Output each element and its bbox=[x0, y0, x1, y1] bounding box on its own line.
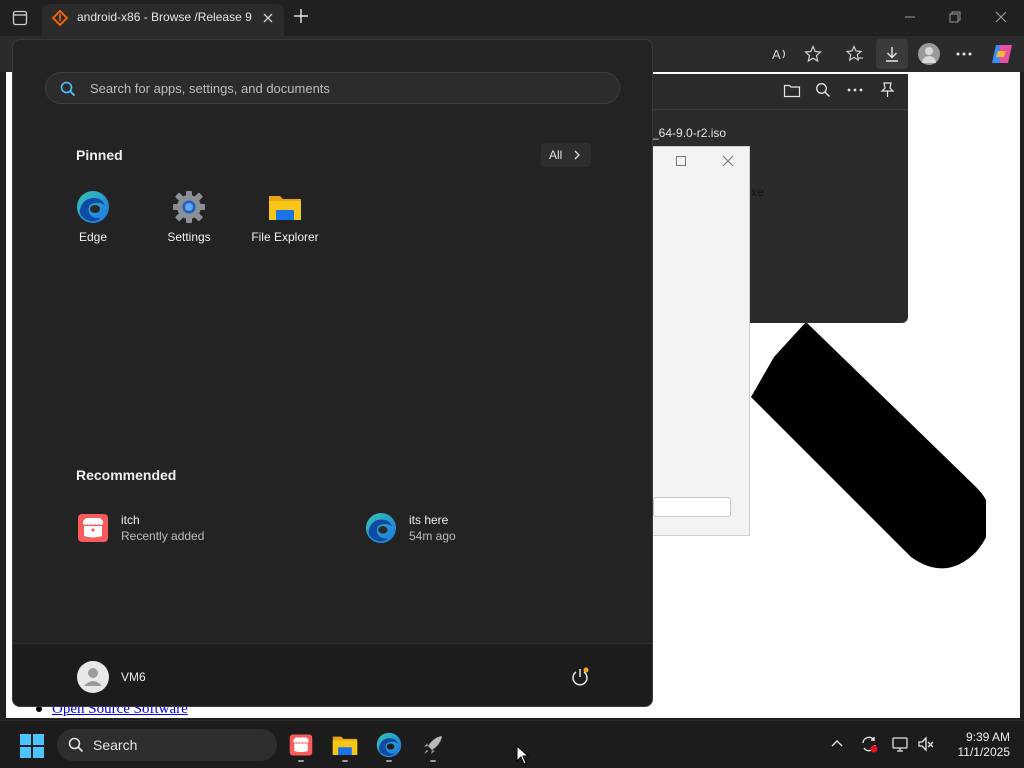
dialog-text: xe bbox=[751, 185, 764, 199]
search-icon bbox=[68, 737, 84, 753]
edge-icon bbox=[77, 191, 109, 223]
new-tab-icon[interactable] bbox=[293, 8, 309, 24]
search-downloads-icon[interactable] bbox=[815, 82, 831, 98]
installer-dialog: xe bbox=[640, 146, 764, 536]
browser-tab-bar: android-x86 - Browse /Release 9.0 bbox=[0, 0, 1024, 36]
recommended-item-itch[interactable]: itch Recently added bbox=[77, 508, 337, 548]
chevron-up-icon[interactable] bbox=[828, 735, 846, 753]
tab-android-x86[interactable]: android-x86 - Browse /Release 9.0 bbox=[42, 4, 284, 36]
taskbar: Search 9:39 AM 11/1/2025 bbox=[0, 720, 1024, 768]
close-dialog-icon[interactable] bbox=[721, 154, 735, 168]
start-menu: Search for apps, settings, and documents… bbox=[12, 39, 653, 707]
minimize-window-icon[interactable] bbox=[903, 10, 917, 24]
sync-icon[interactable] bbox=[860, 735, 878, 753]
close-window-icon[interactable] bbox=[994, 10, 1008, 24]
pinned-app-label: Edge bbox=[78, 230, 108, 244]
taskbar-app-itch[interactable] bbox=[283, 727, 319, 763]
taskbar-app-rocket[interactable] bbox=[415, 727, 451, 763]
download-icon bbox=[886, 47, 898, 62]
page-graphic bbox=[751, 322, 986, 569]
mouse-cursor-icon bbox=[516, 745, 530, 765]
svg-text:A: A bbox=[772, 47, 781, 62]
recommended-title-text: its here bbox=[409, 513, 449, 527]
recommended-item-its-here[interactable]: its here 54m ago bbox=[365, 508, 625, 548]
rocket-icon bbox=[424, 736, 442, 754]
edge-icon bbox=[376, 732, 402, 758]
itch-icon bbox=[289, 734, 313, 756]
favorite-star-icon[interactable] bbox=[804, 45, 822, 63]
dialog-input[interactable] bbox=[653, 497, 731, 517]
settings-gear-icon bbox=[173, 191, 205, 223]
pinned-app-file-explorer[interactable]: File Explorer bbox=[237, 188, 333, 250]
maximize-dialog-icon[interactable] bbox=[675, 155, 687, 167]
favorites-icon[interactable] bbox=[846, 45, 864, 63]
search-placeholder: Search for apps, settings, and documents bbox=[90, 81, 330, 96]
more-options-icon[interactable] bbox=[955, 46, 973, 62]
read-aloud-icon[interactable]: A bbox=[772, 46, 790, 62]
pinned-app-label: File Explorer bbox=[251, 230, 319, 244]
more-downloads-icon[interactable] bbox=[847, 83, 863, 97]
pinned-app-settings[interactable]: Settings bbox=[141, 188, 237, 250]
running-indicator bbox=[430, 760, 436, 762]
search-icon bbox=[60, 81, 76, 97]
user-icon bbox=[84, 668, 102, 686]
download-filename[interactable]: _64-9.0-r2.iso bbox=[652, 126, 726, 140]
taskbar-search-label: Search bbox=[93, 737, 138, 753]
all-apps-label: All bbox=[549, 148, 563, 162]
all-apps-button[interactable]: All bbox=[541, 143, 591, 167]
tab-actions-icon[interactable] bbox=[12, 10, 28, 26]
pinned-app-edge[interactable]: Edge bbox=[45, 188, 141, 250]
user-avatar[interactable] bbox=[77, 661, 109, 693]
running-indicator bbox=[342, 760, 348, 762]
restore-window-icon[interactable] bbox=[948, 10, 962, 24]
pinned-title: Pinned bbox=[76, 147, 123, 163]
profile-avatar[interactable] bbox=[918, 43, 940, 65]
recommended-subtitle-text: 54m ago bbox=[409, 529, 456, 543]
taskbar-app-edge[interactable] bbox=[371, 727, 407, 763]
copilot-icon[interactable] bbox=[990, 43, 1014, 65]
running-indicator bbox=[386, 760, 392, 762]
tab-title: android-x86 - Browse /Release 9.0 bbox=[77, 10, 252, 24]
running-indicator bbox=[298, 760, 304, 762]
network-icon[interactable] bbox=[891, 735, 909, 753]
open-folder-icon[interactable] bbox=[783, 82, 801, 98]
volume-muted-icon[interactable] bbox=[917, 735, 935, 753]
start-menu-footer: VM6 bbox=[13, 643, 652, 706]
user-name[interactable]: VM6 bbox=[121, 670, 146, 684]
folder-icon bbox=[269, 196, 301, 220]
downloads-button[interactable] bbox=[876, 39, 908, 69]
clock-time: 9:39 AM bbox=[965, 730, 1010, 744]
recommended-title-text: itch bbox=[121, 513, 140, 527]
chevron-right-icon bbox=[574, 150, 580, 160]
taskbar-search-box[interactable]: Search bbox=[57, 729, 277, 761]
clock-date: 11/1/2025 bbox=[957, 745, 1011, 759]
recommended-subtitle-text: Recently added bbox=[121, 529, 205, 543]
itch-icon bbox=[78, 514, 108, 542]
sourceforge-icon bbox=[52, 10, 68, 26]
folder-icon bbox=[332, 736, 358, 755]
windows-start-icon[interactable] bbox=[19, 733, 45, 759]
taskbar-app-file-explorer[interactable] bbox=[327, 727, 363, 763]
start-search-input[interactable]: Search for apps, settings, and documents bbox=[45, 72, 620, 104]
recommended-title: Recommended bbox=[76, 467, 177, 483]
pinned-app-label: Settings bbox=[167, 230, 211, 244]
taskbar-clock[interactable]: 9:39 AM 11/1/2025 bbox=[944, 730, 1011, 760]
pin-panel-icon[interactable] bbox=[879, 81, 895, 99]
close-tab-icon[interactable] bbox=[262, 12, 274, 24]
power-icon[interactable] bbox=[569, 666, 591, 688]
edge-icon bbox=[365, 512, 397, 544]
